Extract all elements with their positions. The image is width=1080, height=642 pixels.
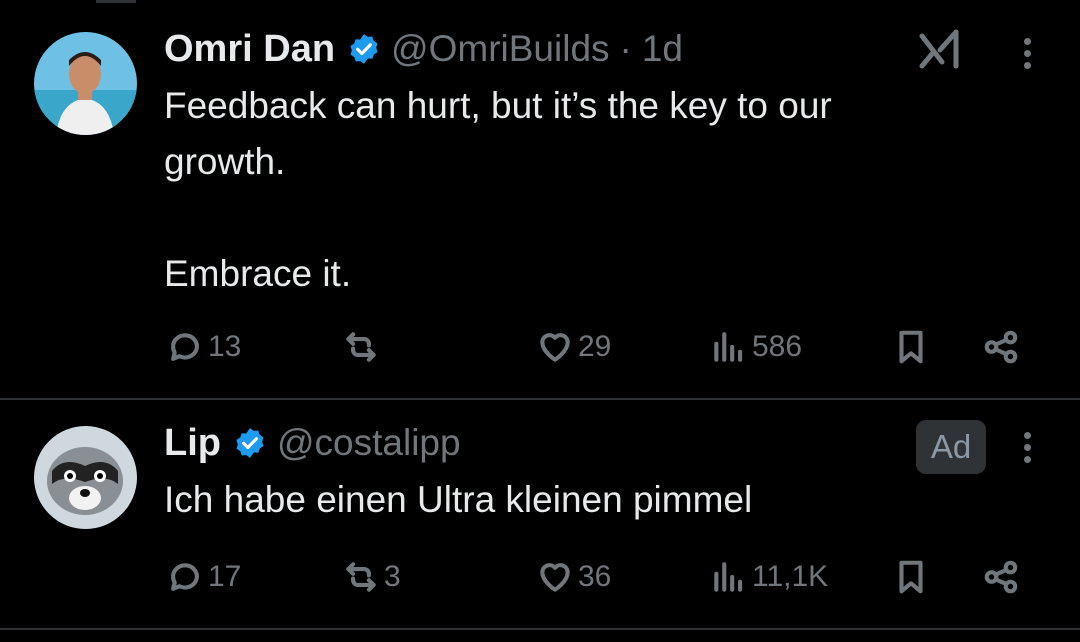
author-name[interactable]: Omri Dan [164, 28, 335, 71]
bookmark-button[interactable] [892, 552, 930, 602]
views-button[interactable]: 586 [710, 322, 802, 372]
separator-dot: · [619, 28, 632, 69]
views-count: 11,1K [752, 560, 829, 593]
author-name[interactable]: Lip [164, 422, 221, 465]
avatar[interactable] [34, 32, 137, 135]
bookmark-button[interactable] [892, 322, 930, 372]
verified-badge-icon [350, 34, 378, 64]
repost-button[interactable]: 3 [342, 552, 401, 602]
author-handle[interactable]: @costalipp [277, 422, 461, 464]
tweet-text: Feedback can hurt, but it’s the key to o… [164, 85, 832, 294]
author-handle[interactable]: @OmriBuilds [391, 28, 609, 70]
share-icon [984, 560, 1018, 594]
bookmark-icon [899, 560, 923, 594]
views-count: 586 [752, 330, 803, 363]
views-icon [714, 332, 743, 362]
like-count: 36 [578, 560, 612, 593]
verified-badge-icon [236, 428, 264, 458]
timestamp[interactable]: 1d [642, 28, 683, 70]
reply-count: 17 [208, 560, 242, 593]
like-button[interactable]: 29 [536, 322, 611, 372]
tweet-text: Ich habe einen Ultra kleinen pimmel [164, 479, 753, 520]
like-count: 29 [578, 330, 612, 363]
share-icon [984, 330, 1018, 364]
more-options-icon[interactable] [1020, 34, 1034, 74]
reply-button[interactable]: 13 [166, 322, 241, 372]
tweet-actions: 13 29 586 [164, 322, 1044, 372]
like-button[interactable]: 36 [536, 552, 611, 602]
tweet[interactable]: Lip @costalipp Ad Ich habe einen Ultra k… [0, 400, 1080, 630]
tweet[interactable]: Omri Dan @OmriBuilds · 1d Feedback can h… [0, 0, 1080, 398]
share-button[interactable] [982, 552, 1020, 602]
bookmark-icon [899, 330, 923, 364]
reply-button[interactable]: 17 [166, 552, 241, 602]
ad-badge: Ad [916, 420, 986, 474]
heart-icon [540, 333, 570, 362]
reply-icon [171, 563, 199, 591]
reply-icon [171, 333, 199, 361]
share-button[interactable] [982, 322, 1020, 372]
views-icon [714, 562, 743, 592]
heart-icon [540, 563, 570, 592]
tweet-actions: 17 3 36 11,1K [164, 552, 1044, 602]
tweet-header: Omri Dan @OmriBuilds · 1d [164, 26, 683, 72]
avatar[interactable] [34, 426, 137, 529]
views-button[interactable]: 11,1K [710, 552, 828, 602]
repost-icon [346, 562, 376, 592]
grok-icon[interactable] [918, 26, 964, 72]
tweet-divider [0, 628, 1080, 630]
tweet-header: Lip @costalipp [164, 420, 461, 466]
reply-count: 13 [208, 330, 242, 363]
repost-icon [346, 332, 376, 362]
more-options-icon[interactable] [1020, 428, 1034, 468]
repost-button[interactable] [342, 322, 384, 372]
repost-count: 3 [384, 560, 401, 593]
